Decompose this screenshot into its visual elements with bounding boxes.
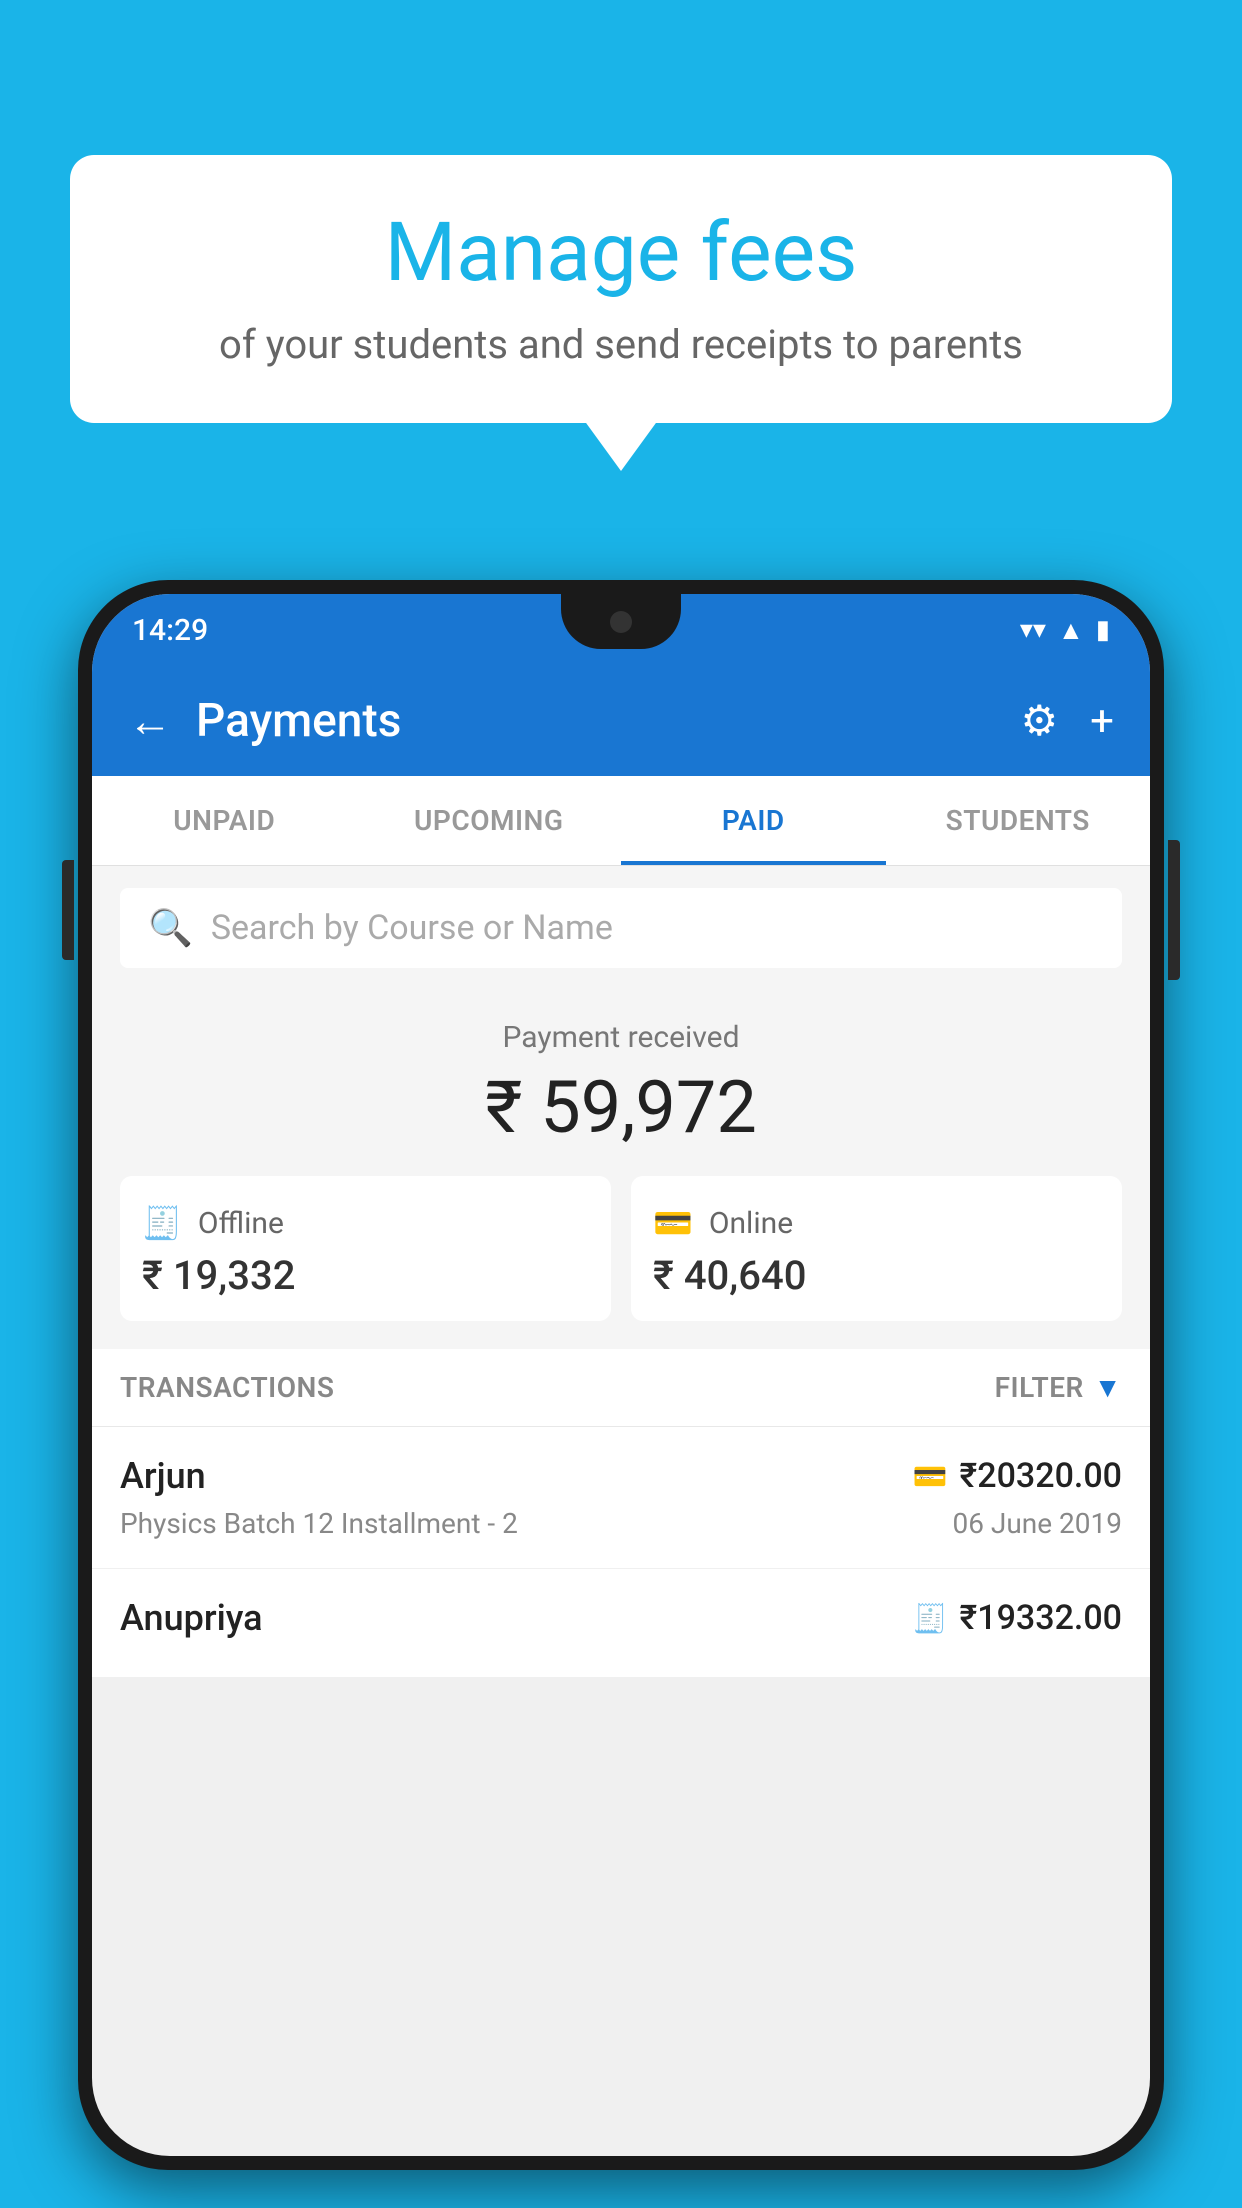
payment-type-icon: 💳	[913, 1460, 948, 1493]
offline-label: Offline	[198, 1206, 284, 1241]
transaction-row[interactable]: Arjun 💳 ₹20320.00 Physics Batch 12 Insta…	[92, 1427, 1150, 1569]
tab-students[interactable]: STUDENTS	[886, 776, 1151, 865]
payment-type-icon: 🧾	[913, 1602, 948, 1635]
transactions-header: TRANSACTIONS FILTER ▼	[92, 1349, 1150, 1427]
app-title: Payments	[196, 694, 1021, 748]
battery-icon: ▮	[1096, 615, 1110, 645]
transactions-label: TRANSACTIONS	[120, 1371, 334, 1404]
transaction-amount: ₹19332.00	[960, 1598, 1122, 1638]
transaction-top: Arjun 💳 ₹20320.00	[120, 1455, 1122, 1497]
search-placeholder: Search by Course or Name	[211, 908, 613, 948]
tab-paid[interactable]: PAID	[621, 776, 886, 865]
app-bar-icons: ⚙ +	[1021, 696, 1115, 746]
transaction-course: Physics Batch 12 Installment - 2	[120, 1507, 518, 1540]
payment-total-amount: ₹ 59,972	[120, 1065, 1122, 1150]
bubble-subtitle: of your students and send receipts to pa…	[130, 321, 1112, 368]
settings-icon[interactable]: ⚙	[1021, 696, 1059, 746]
online-icon: 💳	[653, 1204, 693, 1242]
payment-summary: Payment received ₹ 59,972 🧾 Offline ₹ 19…	[92, 990, 1150, 1349]
phone-screen: 14:29 ▾▾ ▲ ▮ ← Payments ⚙ +	[92, 594, 1150, 2156]
phone-container: 14:29 ▾▾ ▲ ▮ ← Payments ⚙ +	[78, 580, 1164, 2208]
tab-unpaid[interactable]: UNPAID	[92, 776, 357, 865]
online-label: Online	[709, 1206, 793, 1241]
filter-icon: ▼	[1094, 1371, 1122, 1404]
offline-card: 🧾 Offline ₹ 19,332	[120, 1176, 611, 1321]
offline-amount: ₹ 19,332	[142, 1252, 589, 1299]
search-bar[interactable]: 🔍 Search by Course or Name	[120, 888, 1122, 968]
transaction-date: 06 June 2019	[952, 1507, 1122, 1540]
notch	[561, 594, 681, 649]
app-bar: ← Payments ⚙ +	[92, 666, 1150, 776]
transaction-bottom: Physics Batch 12 Installment - 2 06 June…	[120, 1507, 1122, 1540]
side-button-right	[1168, 840, 1180, 980]
online-amount: ₹ 40,640	[653, 1252, 1100, 1299]
transaction-row[interactable]: Anupriya 🧾 ₹19332.00	[92, 1569, 1150, 1678]
signal-icon: ▲	[1058, 615, 1084, 646]
status-bar: 14:29 ▾▾ ▲ ▮	[92, 594, 1150, 666]
camera	[610, 611, 632, 633]
status-icons: ▾▾ ▲ ▮	[1020, 615, 1110, 646]
payment-label: Payment received	[120, 1020, 1122, 1055]
online-card: 💳 Online ₹ 40,640	[631, 1176, 1122, 1321]
offline-icon: 🧾	[142, 1204, 182, 1242]
transaction-name: Arjun	[120, 1455, 206, 1497]
side-button-left	[62, 860, 74, 960]
transaction-amount-area: 💳 ₹20320.00	[913, 1456, 1122, 1496]
filter-label: FILTER	[995, 1371, 1084, 1404]
online-card-header: 💳 Online	[653, 1204, 1100, 1242]
back-button[interactable]: ←	[128, 695, 172, 747]
filter-button[interactable]: FILTER ▼	[995, 1371, 1122, 1404]
search-icon: 🔍	[148, 907, 193, 949]
search-container: 🔍 Search by Course or Name	[92, 866, 1150, 990]
phone-outer: 14:29 ▾▾ ▲ ▮ ← Payments ⚙ +	[78, 580, 1164, 2170]
wifi-icon: ▾▾	[1020, 615, 1046, 645]
status-time: 14:29	[132, 613, 208, 648]
bubble-title: Manage fees	[130, 205, 1112, 301]
payment-cards: 🧾 Offline ₹ 19,332 💳 Online ₹ 40,640	[120, 1176, 1122, 1321]
transaction-amount-area: 🧾 ₹19332.00	[913, 1598, 1122, 1638]
offline-card-header: 🧾 Offline	[142, 1204, 589, 1242]
tabs-bar: UNPAID UPCOMING PAID STUDENTS	[92, 776, 1150, 866]
transaction-name: Anupriya	[120, 1597, 263, 1639]
speech-bubble: Manage fees of your students and send re…	[70, 155, 1172, 423]
tab-upcoming[interactable]: UPCOMING	[357, 776, 622, 865]
transaction-top: Anupriya 🧾 ₹19332.00	[120, 1597, 1122, 1639]
transaction-amount: ₹20320.00	[960, 1456, 1122, 1496]
add-icon[interactable]: +	[1090, 697, 1114, 746]
